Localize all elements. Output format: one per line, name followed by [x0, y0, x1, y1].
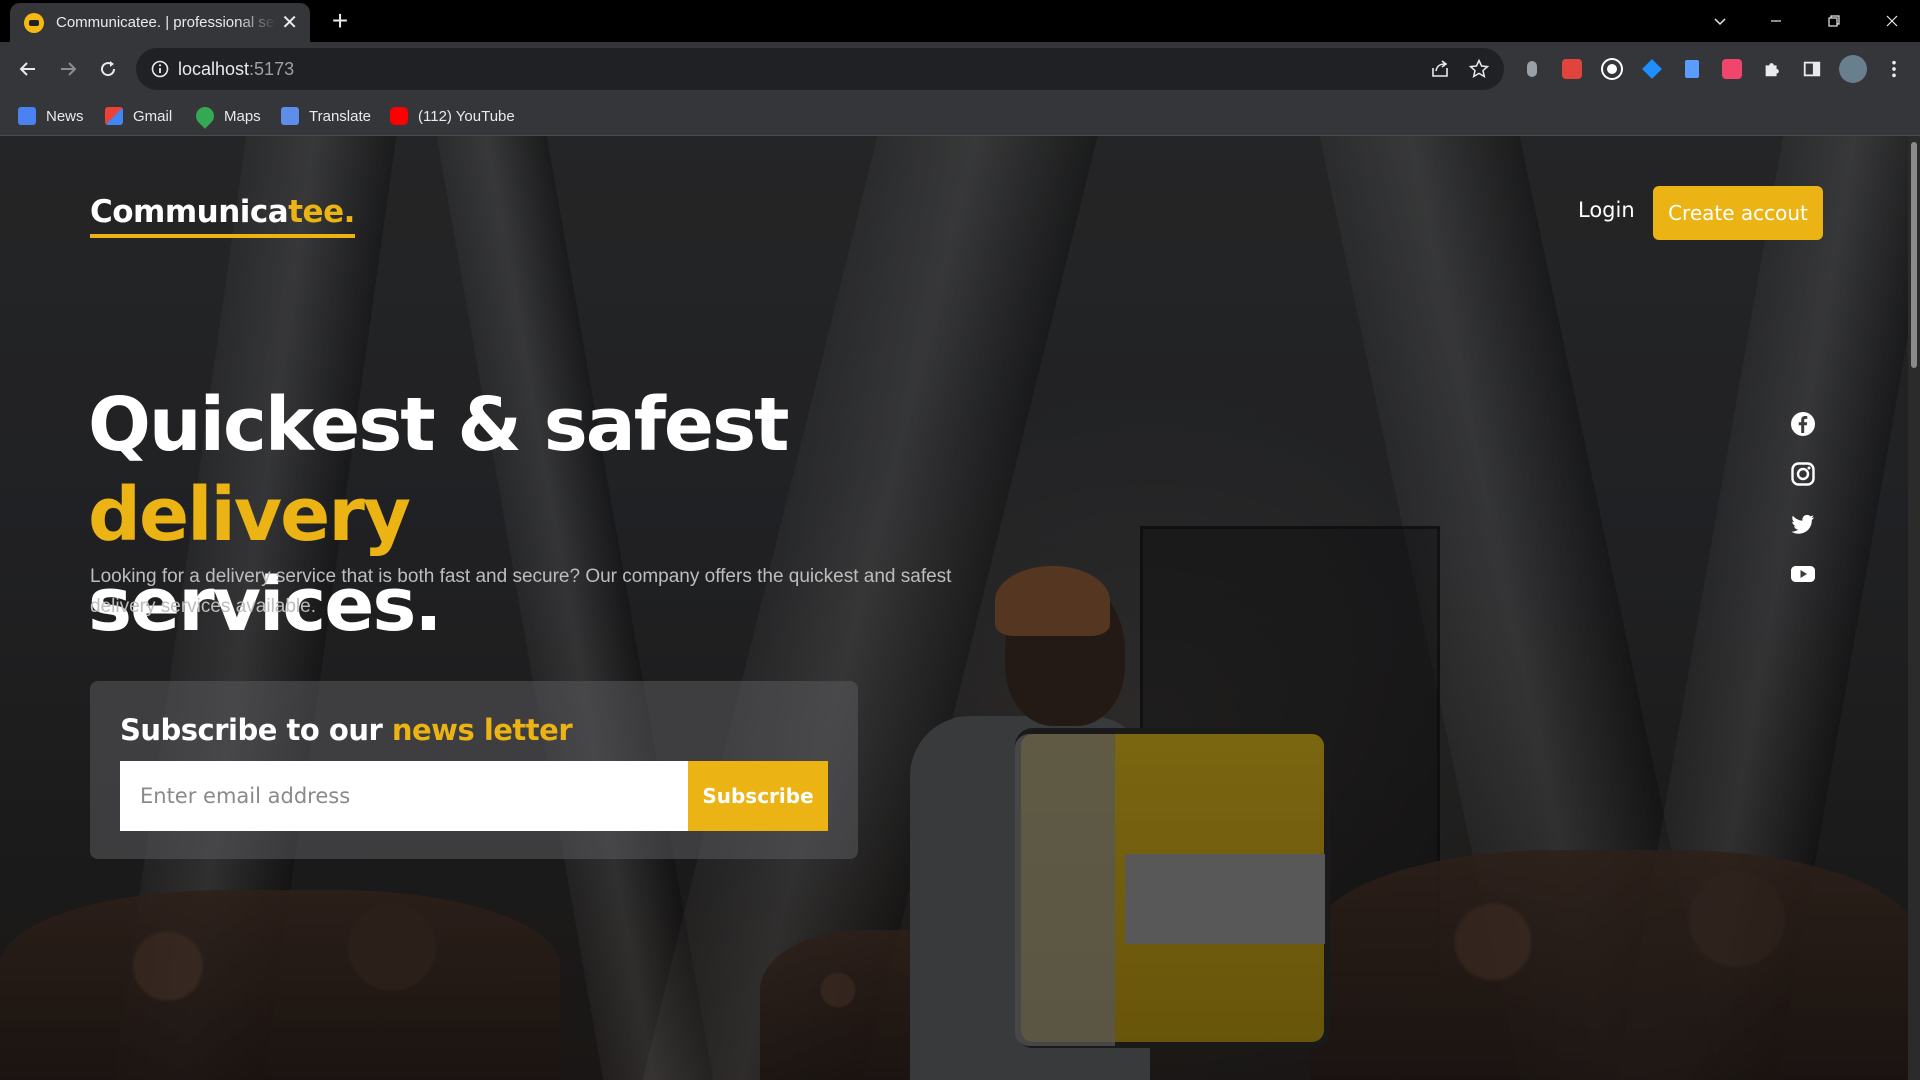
browser-tab[interactable]: Communicatee. | professional services ✕: [10, 3, 310, 42]
page-scrollbar[interactable]: [1908, 136, 1920, 1080]
extension-circle-icon[interactable]: [1599, 56, 1625, 82]
tab-search-button[interactable]: [1692, 0, 1748, 42]
tab-close-icon[interactable]: ✕: [281, 13, 298, 33]
logo-accent-text: tee.: [288, 194, 355, 230]
facebook-icon[interactable]: [1790, 411, 1816, 437]
logo-main-text: Communica: [90, 194, 289, 230]
minimize-icon: [1771, 20, 1781, 22]
bookmark-maps[interactable]: Maps: [192, 103, 261, 129]
scrollbar-thumb[interactable]: [1911, 142, 1917, 368]
menu-kebab-icon[interactable]: [1881, 56, 1907, 82]
bookmark-star-icon[interactable]: [1468, 58, 1490, 80]
create-account-button[interactable]: Create accout: [1653, 186, 1823, 240]
maps-icon: [192, 103, 218, 129]
headline-text: Quickest & safest: [88, 382, 789, 468]
reload-icon: [101, 61, 116, 77]
site-info-icon[interactable]: [150, 59, 170, 79]
extension-lens-icon[interactable]: [1519, 56, 1545, 82]
forward-button[interactable]: [52, 53, 84, 85]
arrow-right-icon: [61, 62, 77, 76]
site-logo[interactable]: Communicatee.: [90, 194, 355, 238]
url-text: localhost:5173: [178, 59, 294, 80]
bookmark-news[interactable]: News: [18, 104, 84, 128]
more-vertical-icon: [1892, 60, 1896, 78]
subscribe-button[interactable]: Subscribe: [688, 761, 828, 831]
hero-description: Looking for a delivery service that is b…: [90, 566, 952, 617]
newsletter-card: Subscribe to our news letter Subscribe: [90, 681, 858, 859]
twitter-icon[interactable]: [1790, 511, 1816, 537]
close-window-button[interactable]: [1864, 0, 1920, 42]
news-icon: [18, 107, 36, 125]
browser-tab-strip: Communicatee. | professional services ✕ …: [0, 0, 1920, 42]
youtube-icon: [390, 107, 408, 125]
instagram-icon[interactable]: [1790, 461, 1816, 487]
restore-icon: [1828, 15, 1840, 27]
social-links: [1790, 411, 1816, 611]
chevron-down-icon: [1714, 18, 1726, 26]
bookmark-label: Maps: [224, 107, 261, 125]
url-port: :5173: [249, 59, 295, 79]
extension-gem-icon[interactable]: [1639, 56, 1665, 82]
headline-accent: delivery: [88, 472, 411, 558]
site-favicon-icon: [24, 12, 44, 33]
browser-toolbar: localhost:5173: [0, 42, 1920, 96]
login-link[interactable]: Login: [1578, 198, 1635, 222]
newsletter-title-text: Subscribe to our: [120, 713, 392, 747]
youtube-icon[interactable]: [1790, 561, 1816, 587]
address-bar[interactable]: localhost:5173: [136, 48, 1504, 90]
restore-button[interactable]: [1806, 0, 1862, 42]
extension-red-icon[interactable]: [1559, 56, 1585, 82]
arrow-left-icon: [19, 62, 35, 76]
reload-button[interactable]: [92, 53, 124, 85]
profile-avatar[interactable]: [1839, 55, 1867, 83]
bookmarks-bar: News Gmail Maps Translate (112) YouTube: [0, 96, 1920, 136]
bookmark-label: (112) YouTube: [418, 107, 515, 125]
side-panel-icon[interactable]: [1799, 56, 1825, 82]
newsletter-title: Subscribe to our news letter: [120, 713, 573, 747]
url-host: localhost: [178, 59, 250, 79]
bookmark-label: News: [46, 107, 84, 125]
extension-pink-icon[interactable]: [1719, 56, 1745, 82]
bookmark-translate[interactable]: Translate: [281, 104, 371, 128]
bookmark-gmail[interactable]: Gmail: [105, 104, 172, 128]
new-tab-button[interactable]: +: [325, 6, 355, 36]
newsletter-title-accent: news letter: [391, 713, 573, 747]
gmail-icon: [105, 107, 123, 125]
minimize-button[interactable]: [1748, 0, 1804, 42]
email-input[interactable]: [120, 761, 688, 831]
side-panel-glyph: [1803, 61, 1821, 77]
translate-icon: [281, 107, 299, 125]
bookmark-label: Translate: [309, 107, 371, 125]
share-icon[interactable]: [1429, 58, 1451, 80]
puzzle-icon: [1765, 63, 1779, 77]
back-button[interactable]: [12, 53, 44, 85]
close-icon: [1886, 15, 1898, 27]
extension-docs-icon[interactable]: [1679, 56, 1705, 82]
bookmark-label: Gmail: [133, 107, 173, 125]
extensions-puzzle-icon[interactable]: [1759, 56, 1785, 82]
bookmark-youtube[interactable]: (112) YouTube: [390, 104, 515, 128]
page-viewport: Communicatee. Login Create accout Quicke…: [0, 136, 1920, 1080]
tab-title: Communicatee. | professional services: [56, 14, 276, 31]
